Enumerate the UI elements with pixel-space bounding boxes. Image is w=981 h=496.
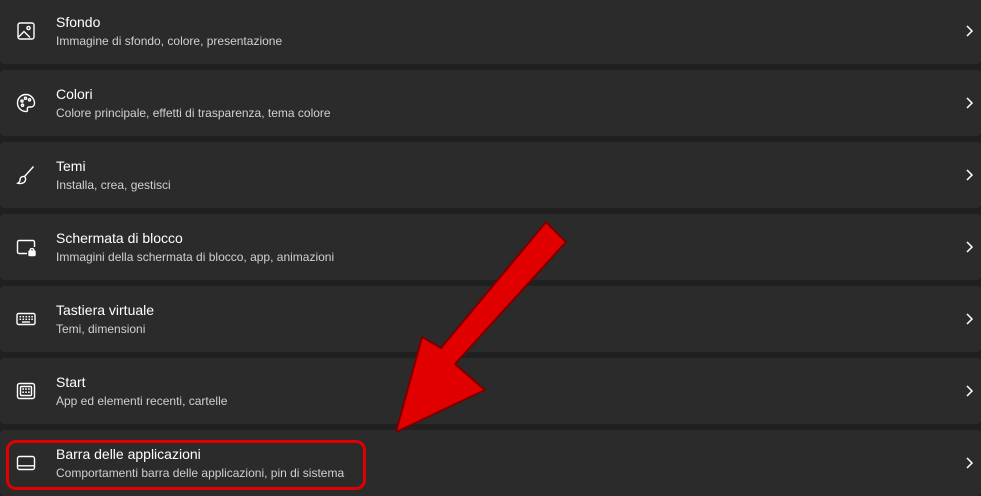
chevron-right-icon (963, 24, 975, 38)
settings-item-start[interactable]: Start App ed elementi recenti, cartelle (0, 358, 981, 424)
settings-item-subtitle: Immagini della schermata di blocco, app,… (56, 250, 335, 264)
settings-item-title: Barra delle applicazioni (56, 446, 201, 462)
settings-item-title: Tastiera virtuale (56, 302, 155, 318)
image-icon (14, 19, 38, 43)
settings-item-colori[interactable]: Colori Colore principale, effetti di tra… (0, 70, 981, 136)
taskbar-icon (14, 451, 38, 475)
personalization-settings-list: Sfondo Immagine di sfondo, colore, prese… (0, 0, 981, 496)
brush-icon (14, 163, 38, 187)
chevron-right-icon (963, 384, 975, 398)
settings-item-subtitle: Comportamenti barra delle applicazioni, … (56, 466, 345, 480)
settings-item-subtitle: Temi, dimensioni (56, 322, 146, 336)
settings-item-schermata-di-blocco[interactable]: Schermata di blocco Immagini della scher… (0, 214, 981, 280)
settings-item-title: Start (56, 374, 86, 390)
settings-item-sfondo[interactable]: Sfondo Immagine di sfondo, colore, prese… (0, 0, 981, 64)
chevron-right-icon (963, 96, 975, 110)
lock-screen-icon (14, 235, 38, 259)
settings-item-subtitle: Immagine di sfondo, colore, presentazion… (56, 34, 283, 48)
chevron-right-icon (963, 240, 975, 254)
settings-item-title: Colori (56, 86, 93, 102)
settings-item-subtitle: Colore principale, effetti di trasparenz… (56, 106, 331, 120)
settings-item-temi[interactable]: Temi Installa, crea, gestisci (0, 142, 981, 208)
chevron-right-icon (963, 168, 975, 182)
keyboard-icon (14, 307, 38, 331)
settings-item-barra-delle-applicazioni[interactable]: Barra delle applicazioni Comportamenti b… (0, 430, 981, 496)
palette-icon (14, 91, 38, 115)
start-icon (14, 379, 38, 403)
settings-item-subtitle: Installa, crea, gestisci (56, 178, 171, 192)
settings-item-title: Temi (56, 158, 86, 174)
settings-item-title: Sfondo (56, 14, 101, 30)
settings-item-tastiera-virtuale[interactable]: Tastiera virtuale Temi, dimensioni (0, 286, 981, 352)
settings-item-title: Schermata di blocco (56, 230, 183, 246)
settings-item-subtitle: App ed elementi recenti, cartelle (56, 394, 228, 408)
chevron-right-icon (963, 312, 975, 326)
chevron-right-icon (963, 456, 975, 470)
